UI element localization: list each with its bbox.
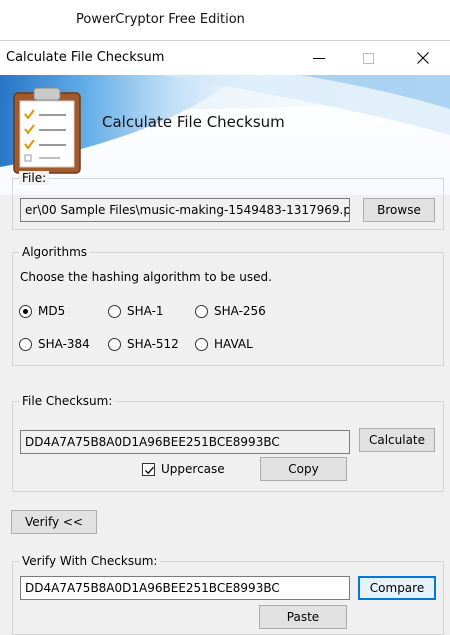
parent-window-titlebar: PowerCryptor Free Edition — [0, 0, 450, 40]
algorithms-description: Choose the hashing algorithm to be used. — [20, 270, 272, 284]
radio-sha512[interactable]: SHA-512 — [108, 337, 179, 351]
file-group-label: File: — [19, 171, 50, 185]
radio-haval-label: HAVAL — [214, 337, 253, 351]
clipboard-checklist-icon — [13, 87, 81, 174]
verify-toggle-button[interactable]: Verify << — [11, 510, 97, 534]
radio-haval[interactable]: HAVAL — [195, 337, 253, 351]
browse-button[interactable]: Browse — [363, 198, 435, 222]
radio-sha384-label: SHA-384 — [38, 337, 90, 351]
compare-button[interactable]: Compare — [358, 576, 436, 600]
dialog-title: Calculate File Checksum — [6, 50, 165, 65]
file-checksum-group-label: File Checksum: — [19, 394, 116, 408]
banner-title: Calculate File Checksum — [102, 113, 285, 131]
radio-haval-indicator — [195, 337, 208, 351]
dialog-titlebar: Calculate File Checksum — [0, 41, 450, 75]
verify-checksum-group-label: Verify With Checksum: — [19, 554, 161, 568]
uppercase-checkbox-box — [142, 462, 155, 476]
verify-checksum-input[interactable]: DD4A7A75B8A0D1A96BEE251BCE8993BC — [20, 576, 350, 600]
close-icon — [417, 52, 429, 64]
minimize-button[interactable] — [296, 41, 342, 75]
checksum-dialog: Calculate File Checksum Calculate File C… — [0, 40, 450, 635]
maximize-icon — [362, 52, 374, 64]
paste-button[interactable]: Paste — [259, 605, 347, 629]
parent-window-title: PowerCryptor Free Edition — [76, 12, 245, 27]
radio-md5-indicator — [19, 304, 32, 318]
radio-sha256[interactable]: SHA-256 — [195, 304, 266, 318]
calculate-button[interactable]: Calculate — [359, 428, 435, 452]
maximize-button[interactable] — [345, 41, 391, 75]
uppercase-checkbox[interactable]: Uppercase — [142, 462, 225, 476]
algorithms-group-label: Algorithms — [19, 245, 91, 259]
radio-sha512-label: SHA-512 — [127, 337, 179, 351]
verify-checksum-group: Verify With Checksum: DD4A7A75B8A0D1A96B… — [12, 554, 444, 635]
dialog-banner: Calculate File Checksum — [0, 75, 450, 195]
checkmark-icon — [145, 466, 154, 474]
algorithms-group: Algorithms Choose the hashing algorithm … — [12, 245, 444, 366]
radio-sha512-indicator — [108, 337, 121, 351]
minimize-icon — [313, 57, 325, 59]
file-group: File: er\00 Sample Files\music-making-15… — [12, 171, 444, 230]
radio-sha1-label: SHA-1 — [127, 304, 164, 318]
close-button[interactable] — [400, 41, 446, 75]
radio-sha256-label: SHA-256 — [214, 304, 266, 318]
radio-md5-label: MD5 — [38, 304, 66, 318]
radio-sha1[interactable]: SHA-1 — [108, 304, 164, 318]
radio-md5[interactable]: MD5 — [19, 304, 65, 318]
file-path-field[interactable]: er\00 Sample Files\music-making-1549483-… — [20, 198, 350, 222]
radio-sha256-indicator — [195, 304, 208, 318]
copy-button[interactable]: Copy — [260, 457, 347, 481]
radio-sha384-indicator — [19, 337, 32, 351]
checksum-output-field[interactable]: DD4A7A75B8A0D1A96BEE251BCE8993BC — [20, 430, 350, 454]
file-checksum-group: File Checksum: DD4A7A75B8A0D1A96BEE251BC… — [12, 394, 444, 492]
uppercase-label: Uppercase — [161, 462, 225, 476]
radio-sha384[interactable]: SHA-384 — [19, 337, 90, 351]
radio-sha1-indicator — [108, 304, 121, 318]
